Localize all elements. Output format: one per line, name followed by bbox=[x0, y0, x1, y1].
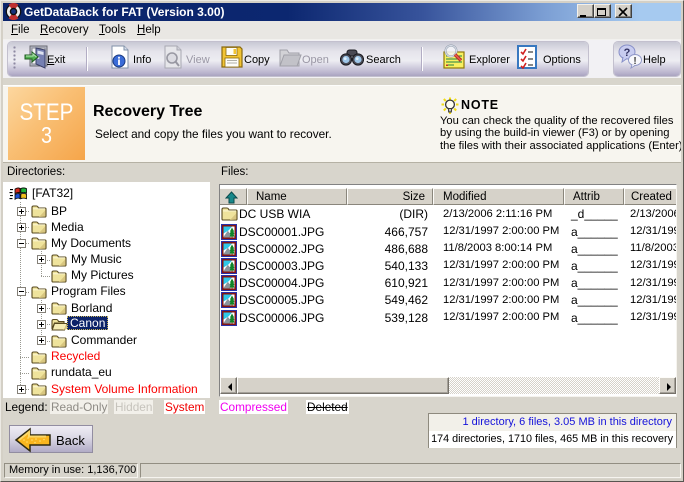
svg-text:!: ! bbox=[633, 56, 636, 67]
